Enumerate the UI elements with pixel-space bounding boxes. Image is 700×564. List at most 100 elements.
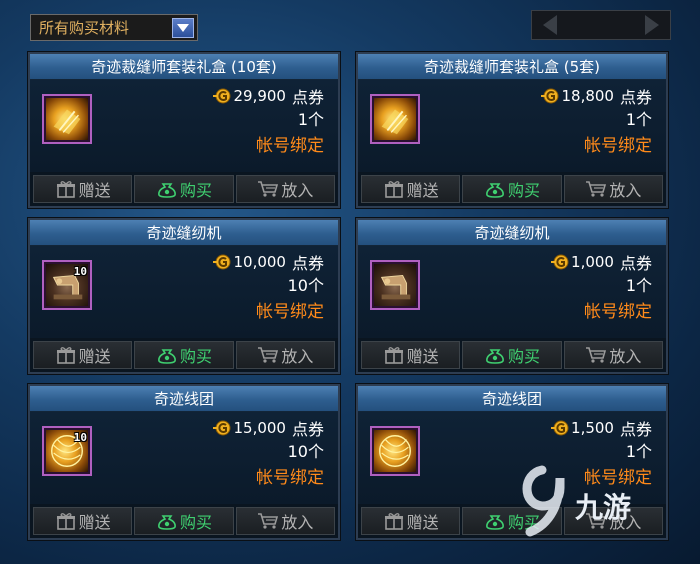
product-card: 奇迹线团 10 15,000 点券 10个 帐号绑定 赠送 购买 放入 [28, 384, 340, 540]
add-to-cart-label: 放入 [281, 347, 314, 366]
money-bag-icon [486, 515, 504, 530]
cart-icon [586, 347, 607, 363]
currency-label: 点券 [291, 420, 324, 439]
yarn-ball-icon [374, 430, 416, 472]
gift-button-label: 赠送 [78, 513, 111, 532]
gift-button-label: 赠送 [406, 513, 439, 532]
money-bag-icon [158, 515, 176, 530]
item-slot[interactable] [370, 94, 420, 144]
add-to-cart-label: 放入 [281, 181, 314, 200]
product-title: 奇迹缝纫机 [30, 220, 338, 246]
price-value: 15,000 [233, 419, 286, 437]
coupon-coin-icon [213, 254, 231, 270]
currency-label: 点券 [291, 254, 324, 273]
product-title: 奇迹线团 [358, 386, 666, 412]
product-info: 15,000 点券 10个 帐号绑定 [213, 416, 324, 492]
coupon-coin-icon [551, 420, 569, 436]
money-bag-icon [158, 349, 176, 364]
sewing-machine-icon: 10 [46, 264, 88, 306]
add-to-cart-button[interactable]: 放入 [563, 175, 663, 203]
cart-icon [258, 513, 279, 529]
add-to-cart-button[interactable]: 放入 [235, 175, 335, 203]
account-bind-label: 帐号绑定 [584, 136, 652, 156]
item-slot[interactable]: 10 [42, 260, 92, 310]
cart-icon [258, 347, 279, 363]
item-slot[interactable] [42, 94, 92, 144]
price-value: 29,900 [233, 87, 286, 105]
buy-button-label: 购买 [179, 347, 212, 366]
add-to-cart-button[interactable]: 放入 [235, 341, 335, 369]
gift-icon [56, 347, 75, 364]
chevron-down-icon[interactable] [172, 17, 194, 38]
buy-button[interactable]: 购买 [134, 175, 234, 203]
coupon-coin-icon [213, 88, 231, 104]
gift-button[interactable]: 赠送 [33, 341, 133, 369]
action-bar: 赠送 购买 放入 [30, 172, 338, 206]
prev-page-arrow-icon[interactable] [538, 13, 562, 37]
gift-button[interactable]: 赠送 [361, 175, 461, 203]
price-value: 18,800 [561, 87, 614, 105]
account-bind-label: 帐号绑定 [584, 302, 652, 322]
product-info: 1,000 点券 1个 帐号绑定 [551, 250, 652, 326]
product-title: 奇迹裁缝师套装礼盒 (5套) [358, 54, 666, 80]
price-row: 29,900 点券 [213, 84, 324, 108]
action-bar: 赠送 购买 放入 [30, 504, 338, 538]
stack-count: 10 [73, 265, 87, 278]
add-to-cart-button[interactable]: 放入 [563, 341, 663, 369]
currency-label: 点券 [619, 254, 652, 273]
coupon-coin-icon [541, 88, 559, 104]
product-card: 奇迹裁缝师套装礼盒 (10套) 29,900 点券 1个 帐号绑定 赠送 购买 … [28, 52, 340, 208]
price-row: 1,000 点券 [551, 250, 652, 274]
quantity-label: 10个 [287, 442, 324, 461]
price-value: 10,000 [233, 253, 286, 271]
watermark-text: 九游 [575, 491, 632, 524]
product-info: 29,900 点券 1个 帐号绑定 [213, 84, 324, 160]
gift-button[interactable]: 赠送 [33, 175, 133, 203]
buy-button[interactable]: 购买 [134, 507, 234, 535]
product-body: 10 15,000 点券 10个 帐号绑定 [30, 412, 338, 504]
gift-button[interactable]: 赠送 [361, 507, 461, 535]
product-title: 奇迹线团 [30, 386, 338, 412]
buy-button[interactable]: 购买 [134, 341, 234, 369]
price-row: 10,000 点券 [213, 250, 324, 274]
next-page-arrow-icon[interactable] [640, 13, 664, 37]
gift-button-label: 赠送 [78, 181, 111, 200]
gift-box-icon [374, 98, 416, 140]
buy-button[interactable]: 购买 [462, 341, 562, 369]
price-value: 1,000 [571, 253, 614, 271]
gift-button[interactable]: 赠送 [33, 507, 133, 535]
gift-icon [56, 181, 75, 198]
money-bag-icon [486, 349, 504, 364]
stack-count: 10 [73, 431, 87, 444]
buy-button[interactable]: 购买 [462, 175, 562, 203]
pager [531, 10, 671, 40]
cart-icon [258, 181, 279, 197]
price-row: 1,500 点券 [551, 416, 652, 440]
action-bar: 赠送 购买 放入 [30, 338, 338, 372]
buy-button-label: 购买 [179, 513, 212, 532]
product-title: 奇迹缝纫机 [358, 220, 666, 246]
product-card: 奇迹缝纫机 1,000 点券 1个 帐号绑定 赠送 购买 放入 [356, 218, 668, 374]
gift-icon [384, 513, 403, 530]
gift-button-label: 赠送 [78, 347, 111, 366]
quantity-label: 1个 [625, 276, 652, 295]
gift-icon [384, 347, 403, 364]
product-body: 29,900 点券 1个 帐号绑定 [30, 80, 338, 172]
category-filter-dropdown[interactable]: 所有购买材料 [30, 14, 198, 41]
product-body: 18,800 点券 1个 帐号绑定 [358, 80, 666, 172]
item-slot[interactable]: 10 [42, 426, 92, 476]
buy-button-label: 购买 [507, 347, 540, 366]
add-to-cart-label: 放入 [281, 513, 314, 532]
price-value: 1,500 [571, 419, 614, 437]
product-info: 10,000 点券 10个 帐号绑定 [213, 250, 324, 326]
buy-button-label: 购买 [179, 181, 212, 200]
gift-button[interactable]: 赠送 [361, 341, 461, 369]
cart-icon [586, 181, 607, 197]
product-card: 奇迹缝纫机 10 10,000 点券 10个 帐号绑定 赠送 购买 放入 [28, 218, 340, 374]
add-to-cart-button[interactable]: 放入 [235, 507, 335, 535]
product-body: 10 10,000 点券 10个 帐号绑定 [30, 246, 338, 338]
item-slot[interactable] [370, 260, 420, 310]
gift-button-label: 赠送 [406, 347, 439, 366]
item-slot[interactable] [370, 426, 420, 476]
gift-button-label: 赠送 [406, 181, 439, 200]
